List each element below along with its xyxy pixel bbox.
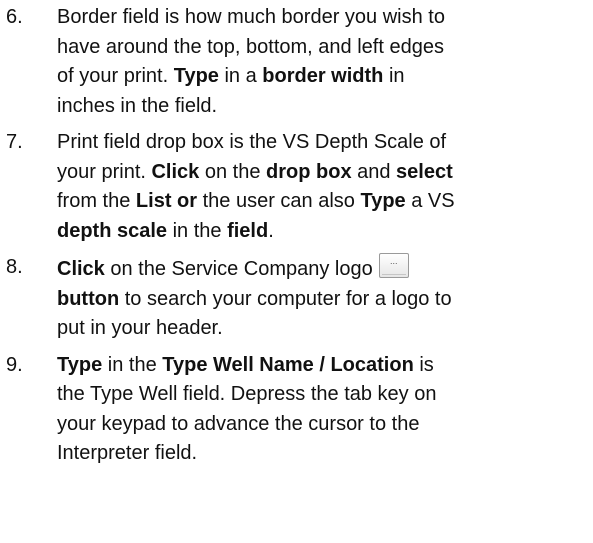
bold-term: field bbox=[227, 219, 269, 242]
bold-term: Type bbox=[57, 353, 103, 376]
text-run: in a bbox=[218, 65, 263, 87]
instruction-step: 7. Print field drop box is the VS Depth S… bbox=[0, 128, 593, 246]
step-text-line: of your print. Type in a border width in bbox=[57, 62, 581, 92]
step-text-line: depth scale in the field. bbox=[57, 217, 581, 247]
bold-term: List or bbox=[135, 190, 198, 212]
text-run: to search your computer for a logo to bbox=[119, 287, 452, 310]
step-number: 7. bbox=[6, 131, 23, 153]
step-text-line: your keypad to advance the cursor to the bbox=[57, 410, 581, 440]
bold-term: Type Well Name / Location bbox=[162, 353, 414, 376]
text-run: Print field drop box is the VS Depth Sca… bbox=[57, 131, 447, 153]
instruction-step: 8. Click on the Service Company logo... bu… bbox=[0, 253, 593, 344]
step-number: 6. bbox=[6, 6, 23, 28]
text-run: and bbox=[351, 160, 397, 183]
text-run: on the bbox=[199, 160, 267, 183]
text-run: . bbox=[268, 219, 274, 242]
step-text-line: Print field drop box is the VS Depth Sca… bbox=[57, 128, 581, 158]
text-run: on the Service Company logo bbox=[104, 258, 373, 280]
step-text-line: the Type Well field. Depress the tab key… bbox=[57, 380, 581, 410]
bold-term: Click bbox=[151, 160, 200, 183]
step-number: 9. bbox=[6, 353, 23, 376]
step-text-line: Click on the Service Company logo... bbox=[57, 253, 581, 285]
text-run: is bbox=[413, 353, 434, 376]
step-text-line: put in your header. bbox=[57, 314, 581, 344]
text-run: your print. bbox=[57, 160, 152, 183]
step-text-line: your print. Click on the drop box and se… bbox=[57, 158, 581, 188]
text-run: from the bbox=[57, 190, 136, 212]
text-run: the user can also bbox=[197, 190, 361, 212]
text-run: in the bbox=[167, 219, 228, 242]
text-run: the Type Well field. Depress the tab key… bbox=[57, 383, 437, 405]
text-run: a VS bbox=[405, 190, 455, 212]
instruction-step: 6. Border field is how much border you wi… bbox=[0, 3, 593, 121]
bold-term: Type bbox=[173, 65, 219, 87]
ellipsis-icon: ... bbox=[389, 256, 398, 266]
logo-browse-button[interactable]: ... bbox=[378, 253, 409, 278]
bold-term: Type bbox=[360, 190, 406, 212]
text-run: put in your header. bbox=[57, 317, 223, 339]
step-text-line: inches in the field. bbox=[57, 92, 581, 122]
bold-term: Click bbox=[57, 258, 105, 280]
bold-term: border width bbox=[262, 65, 384, 87]
step-text-line: Border field is how much border you wish… bbox=[57, 3, 581, 33]
step-text-line: button to search your computer for a log… bbox=[57, 285, 581, 315]
text-run: in bbox=[383, 65, 405, 87]
step-text-line: have around the top, bottom, and left ed… bbox=[57, 33, 581, 63]
step-text-line: Interpreter field. bbox=[57, 439, 581, 469]
text-run: your keypad to advance the cursor to the bbox=[57, 412, 420, 435]
step-text-line: Type in the Type Well Name / Location is bbox=[57, 351, 581, 381]
text-run: Interpreter field. bbox=[57, 442, 198, 464]
step-number: 8. bbox=[6, 256, 23, 278]
text-run: Border field is how much border you wish… bbox=[57, 6, 445, 28]
bold-term: drop box bbox=[266, 160, 352, 183]
text-run: inches in the field. bbox=[57, 94, 218, 117]
step-text-line: from the List or the user can also Type … bbox=[57, 187, 581, 217]
instruction-list: 6. Border field is how much border you wi… bbox=[0, 3, 593, 469]
text-run: in the bbox=[102, 353, 163, 376]
text-run: have around the top, bottom, and left ed… bbox=[57, 35, 444, 58]
bold-term: depth scale bbox=[57, 219, 168, 242]
bold-term: select bbox=[396, 160, 453, 183]
document-page: 6. Border field is how much border you wi… bbox=[0, 0, 593, 543]
bold-term: button bbox=[57, 287, 120, 310]
instruction-step: 9. Type in the Type Well Name / Location … bbox=[0, 351, 593, 469]
text-run: of your print. bbox=[57, 65, 174, 87]
